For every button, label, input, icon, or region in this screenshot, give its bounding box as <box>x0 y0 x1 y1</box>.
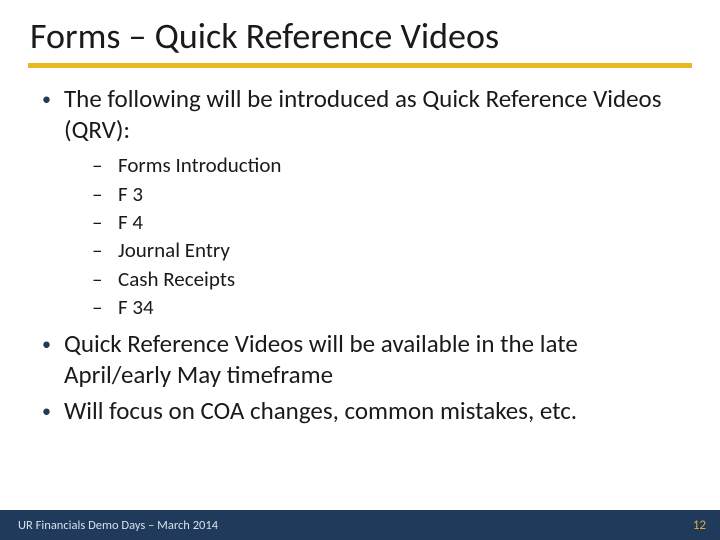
dash-icon: – <box>92 208 118 236</box>
slide-footer: UR Financials Demo Days – March 2014 12 <box>0 510 720 540</box>
dash-icon: – <box>92 293 118 321</box>
sub-list: – Forms Introduction – F 3 – F 4 – Journ… <box>92 151 678 321</box>
sub-item-text: Journal Entry <box>118 236 230 264</box>
sub-item: – Cash Receipts <box>92 265 678 293</box>
sub-item: – Journal Entry <box>92 236 678 264</box>
sub-item: – F 3 <box>92 180 678 208</box>
bullet-item: • Quick Reference Videos will be availab… <box>42 329 678 390</box>
sub-item-text: F 4 <box>118 208 143 236</box>
sub-item: – F 34 <box>92 293 678 321</box>
dash-icon: – <box>92 151 118 179</box>
dash-icon: – <box>92 265 118 293</box>
sub-item: – Forms Introduction <box>92 151 678 179</box>
dash-icon: – <box>92 236 118 264</box>
bullet-text: The following will be introduced as Quic… <box>64 84 678 145</box>
footer-left-text: UR Financials Demo Days – March 2014 <box>18 518 218 533</box>
sub-item-text: F 3 <box>118 180 143 208</box>
bullet-text: Will focus on COA changes, common mistak… <box>64 396 678 427</box>
slide: Forms – Quick Reference Videos • The fol… <box>0 0 720 540</box>
page-number: 12 <box>693 518 706 533</box>
sub-item-text: F 34 <box>118 293 154 321</box>
bullet-dot-icon: • <box>42 84 64 114</box>
dash-icon: – <box>92 180 118 208</box>
sub-item: – F 4 <box>92 208 678 236</box>
bullet-text: Quick Reference Videos will be available… <box>64 329 678 390</box>
slide-content: • The following will be introduced as Qu… <box>0 68 720 427</box>
bullet-dot-icon: • <box>42 396 64 426</box>
bullet-dot-icon: • <box>42 329 64 359</box>
slide-title: Forms – Quick Reference Videos <box>0 0 720 61</box>
sub-item-text: Forms Introduction <box>118 151 281 179</box>
bullet-item: • Will focus on COA changes, common mist… <box>42 396 678 427</box>
bullet-item: • The following will be introduced as Qu… <box>42 84 678 145</box>
sub-item-text: Cash Receipts <box>118 265 235 293</box>
